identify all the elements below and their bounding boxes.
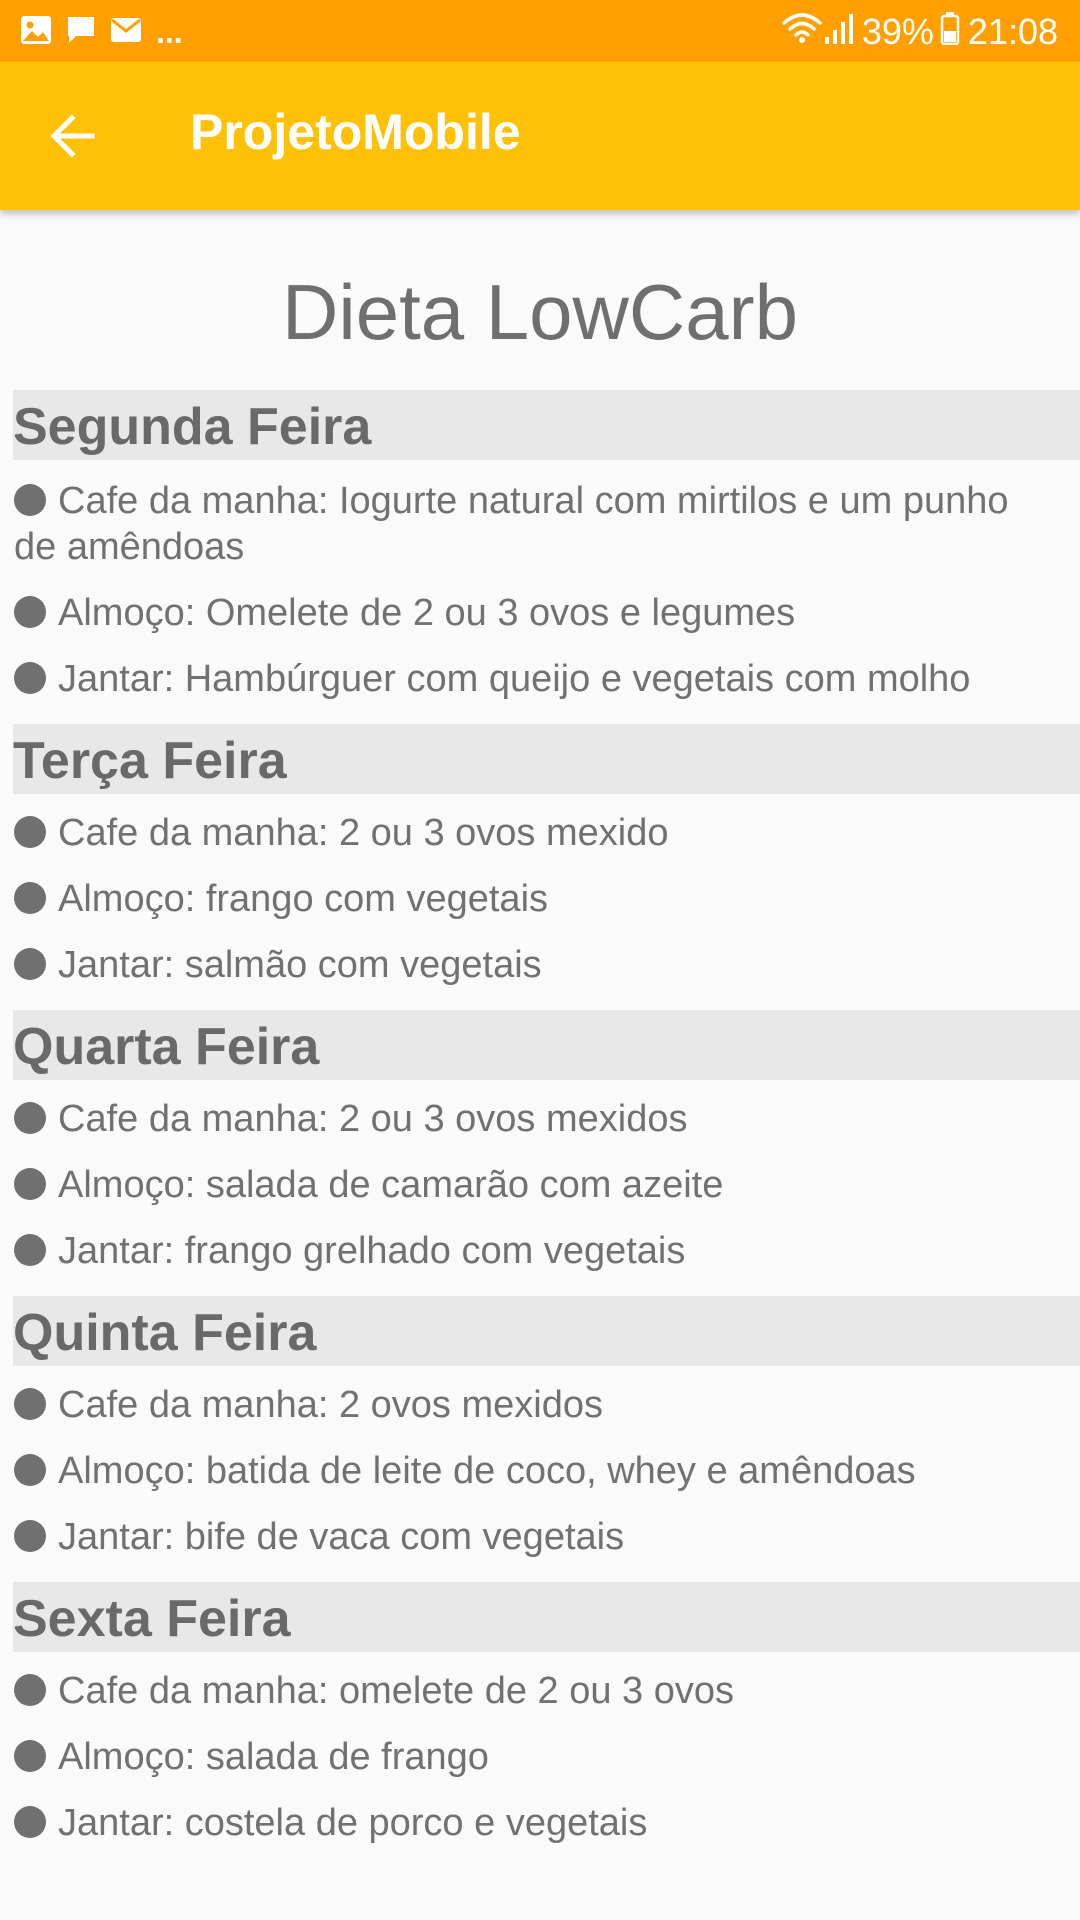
notification-icons: ... <box>20 14 183 50</box>
meal-text: Jantar: frango grelhado com vegetais <box>58 1230 686 1272</box>
status-bar: ... 39% 21:08 <box>0 0 1080 62</box>
more-notifications: ... <box>156 14 183 50</box>
meal-item: Almoço: frango com vegetais <box>14 876 1060 922</box>
meal-text: Cafe da manha: 2 ou 3 ovos mexido <box>58 812 669 854</box>
app-bar: ProjetoMobile <box>0 62 1080 210</box>
day-header: Sexta Feira <box>13 1582 1080 1652</box>
day-section-sexta: Sexta Feira Cafe da manha: omelete de 2 … <box>0 1582 1080 1846</box>
system-status: 39% 21:08 <box>782 10 1058 54</box>
meal-item: Cafe da manha: 2 ou 3 ovos mexido <box>14 810 1060 856</box>
meal-list: Cafe da manha: Iogurte natural com mirti… <box>0 460 1080 702</box>
meal-list: Cafe da manha: 2 ou 3 ovos mexido Almoço… <box>0 794 1080 988</box>
bullet-icon <box>14 1740 46 1772</box>
meal-item: Jantar: Hambúrguer com queijo e vegetais… <box>14 656 1060 702</box>
app-title: ProjetoMobile <box>190 104 521 160</box>
meal-text: Almoço: salada de frango <box>58 1736 489 1778</box>
bullet-icon <box>14 596 46 628</box>
day-header: Segunda Feira <box>13 390 1080 460</box>
bullet-icon <box>14 1388 46 1420</box>
meal-text: Almoço: salada de camarão com azeite <box>58 1164 724 1206</box>
meal-text: Cafe da manha: 2 ovos mexidos <box>58 1384 603 1426</box>
bullet-icon <box>14 1674 46 1706</box>
meal-text: Jantar: Hambúrguer com queijo e vegetais… <box>58 658 971 700</box>
bullet-icon <box>14 1806 46 1838</box>
meal-text: Almoço: Omelete de 2 ou 3 ovos e legumes <box>58 592 796 634</box>
signal-icon <box>824 11 854 54</box>
image-icon <box>20 15 52 50</box>
meal-item: Jantar: salmão com vegetais <box>14 942 1060 988</box>
day-section-quarta: Quarta Feira Cafe da manha: 2 ou 3 ovos … <box>0 1010 1080 1274</box>
day-header: Quinta Feira <box>13 1296 1080 1366</box>
meal-list: Cafe da manha: 2 ou 3 ovos mexidos Almoç… <box>0 1080 1080 1274</box>
bullet-icon <box>14 816 46 848</box>
meal-item: Almoço: Omelete de 2 ou 3 ovos e legumes <box>14 590 1060 636</box>
meal-text: Cafe da manha: omelete de 2 ou 3 ovos <box>58 1670 735 1712</box>
bullet-icon <box>14 1520 46 1552</box>
message-icon <box>66 15 96 50</box>
mail-icon <box>110 17 142 48</box>
meal-text: Jantar: costela de porco e vegetais <box>58 1802 648 1844</box>
meal-text: Almoço: frango com vegetais <box>58 878 549 920</box>
wifi-icon <box>782 11 822 54</box>
meal-item: Cafe da manha: 2 ou 3 ovos mexidos <box>14 1096 1060 1142</box>
day-section-segunda: Segunda Feira Cafe da manha: Iogurte nat… <box>0 390 1080 702</box>
meal-text: Jantar: salmão com vegetais <box>58 944 542 986</box>
meal-text: Almoço: batida de leite de coco, whey e … <box>58 1450 916 1492</box>
meal-text: Jantar: bife de vaca com vegetais <box>58 1516 625 1558</box>
meal-item: Almoço: batida de leite de coco, whey e … <box>14 1448 1060 1494</box>
meal-list: Cafe da manha: omelete de 2 ou 3 ovos Al… <box>0 1652 1080 1846</box>
meal-item: Cafe da manha: Iogurte natural com mirti… <box>14 478 1060 570</box>
bullet-icon <box>14 882 46 914</box>
meal-item: Jantar: bife de vaca com vegetais <box>14 1514 1060 1560</box>
battery-icon <box>940 11 960 54</box>
page-title: Dieta LowCarb <box>282 268 798 356</box>
meal-item: Jantar: frango grelhado com vegetais <box>14 1228 1060 1274</box>
arrow-left-icon <box>48 112 96 165</box>
meal-text: Cafe da manha: 2 ou 3 ovos mexidos <box>58 1098 688 1140</box>
meal-item: Cafe da manha: 2 ovos mexidos <box>14 1382 1060 1428</box>
day-section-quinta: Quinta Feira Cafe da manha: 2 ovos mexid… <box>0 1296 1080 1560</box>
meal-text: Cafe da manha: Iogurte natural com mirti… <box>14 480 1009 568</box>
meal-item: Almoço: salada de camarão com azeite <box>14 1162 1060 1208</box>
bullet-icon <box>14 948 46 980</box>
bullet-icon <box>14 1168 46 1200</box>
day-header: Quarta Feira <box>13 1010 1080 1080</box>
meal-item: Almoço: salada de frango <box>14 1734 1060 1780</box>
day-header: Terça Feira <box>13 724 1080 794</box>
meal-item: Jantar: costela de porco e vegetais <box>14 1800 1060 1846</box>
bullet-icon <box>14 662 46 694</box>
bullet-icon <box>14 1102 46 1134</box>
meal-item: Cafe da manha: omelete de 2 ou 3 ovos <box>14 1668 1060 1714</box>
diet-content: Dieta LowCarb Segunda Feira Cafe da manh… <box>0 210 1080 1846</box>
back-button[interactable] <box>30 96 114 180</box>
bullet-icon <box>14 1234 46 1266</box>
battery-percent: 39% <box>861 11 934 52</box>
day-section-terca: Terça Feira Cafe da manha: 2 ou 3 ovos m… <box>0 724 1080 988</box>
bullet-icon <box>14 1454 46 1486</box>
bullet-icon <box>14 484 46 516</box>
clock: 21:08 <box>967 11 1058 52</box>
meal-list: Cafe da manha: 2 ovos mexidos Almoço: ba… <box>0 1366 1080 1560</box>
